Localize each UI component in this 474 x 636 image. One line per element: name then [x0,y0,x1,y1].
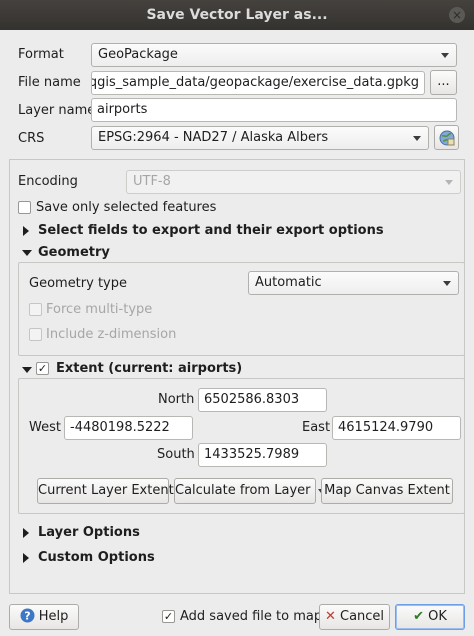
window-titlebar: Save Vector Layer as... [0,0,474,30]
ok-button[interactable]: ✔ OK [395,604,465,630]
collapse-icon[interactable] [22,250,32,256]
globe-icon [439,130,454,146]
save-selected-checkbox[interactable] [18,201,31,214]
expand-icon[interactable] [23,528,29,538]
geometry-type-value: Automatic [255,275,322,290]
include-z-checkbox[interactable] [29,328,42,341]
layer-name-value: airports [97,102,148,117]
geometry-type-label: Geometry type [29,276,127,291]
add-saved-file-checkbox[interactable]: ✓ [162,610,175,623]
chevron-down-icon [413,136,421,141]
force-multi-checkbox[interactable] [29,303,42,316]
format-value: GeoPackage [98,47,178,62]
custom-options-header[interactable]: Custom Options [38,550,155,565]
help-button[interactable]: ? Help [9,604,79,630]
extent-checkbox[interactable]: ✓ [36,362,49,375]
west-input[interactable]: -4480198.5222 [64,416,193,440]
chevron-down-icon [441,53,449,58]
layer-name-label: Layer name [18,103,96,118]
north-input[interactable]: 6502586.8303 [198,388,327,412]
south-label: South [157,447,195,462]
east-input[interactable]: 4615124.9790 [332,416,461,440]
crs-selector-button[interactable] [434,125,459,150]
window-title: Save Vector Layer as... [146,7,328,23]
save-selected-label: Save only selected features [36,200,217,215]
north-label: North [158,392,195,407]
svg-text:?: ? [24,609,30,622]
chevron-down-icon [443,281,451,286]
current-layer-extent-button[interactable]: Current Layer Extent [37,478,174,504]
include-z-label: Include z-dimension [46,327,177,342]
file-name-value: qgis_sample_data/geopackage/exercise_dat… [91,75,419,90]
south-input[interactable]: 1433525.7989 [198,443,327,467]
crs-label: CRS [18,131,45,146]
force-multi-label: Force multi-type [46,302,153,317]
encoding-combo[interactable]: UTF-8 [126,170,461,194]
layer-name-input[interactable]: airports [91,98,457,122]
collapse-icon[interactable] [22,367,32,373]
select-fields-header[interactable]: Select fields to export and their export… [38,223,384,238]
format-label: Format [18,47,64,62]
encoding-label: Encoding [18,174,78,189]
format-combo[interactable]: GeoPackage [91,43,457,67]
calculate-from-layer-button[interactable]: Calculate from Layer [174,478,324,504]
extent-header[interactable]: Extent (current: airports) [56,361,242,376]
help-icon: ? [20,608,35,622]
east-label: East [302,420,331,435]
check-icon: ✔ [413,609,424,624]
geometry-header[interactable]: Geometry [38,245,110,260]
crs-value: EPSG:2964 - NAD27 / Alaska Albers [98,130,329,145]
map-canvas-extent-button[interactable]: Map Canvas Extent [321,478,453,504]
encoding-value: UTF-8 [133,174,171,189]
layer-options-header[interactable]: Layer Options [38,525,140,540]
west-label: West [29,420,61,435]
close-icon[interactable]: × [449,7,465,23]
add-saved-file-label: Add saved file to map [180,609,323,624]
expand-icon[interactable] [23,226,29,236]
cancel-icon: ✕ [324,609,336,624]
crs-combo[interactable]: EPSG:2964 - NAD27 / Alaska Albers [91,126,429,150]
file-name-label: File name [18,75,81,90]
chevron-down-icon [445,180,453,185]
browse-button[interactable]: ... [430,70,457,95]
geometry-type-combo[interactable]: Automatic [248,271,459,295]
file-name-input[interactable]: qgis_sample_data/geopackage/exercise_dat… [91,71,425,95]
expand-icon[interactable] [23,553,29,563]
cancel-button[interactable]: ✕ Cancel [319,604,390,630]
